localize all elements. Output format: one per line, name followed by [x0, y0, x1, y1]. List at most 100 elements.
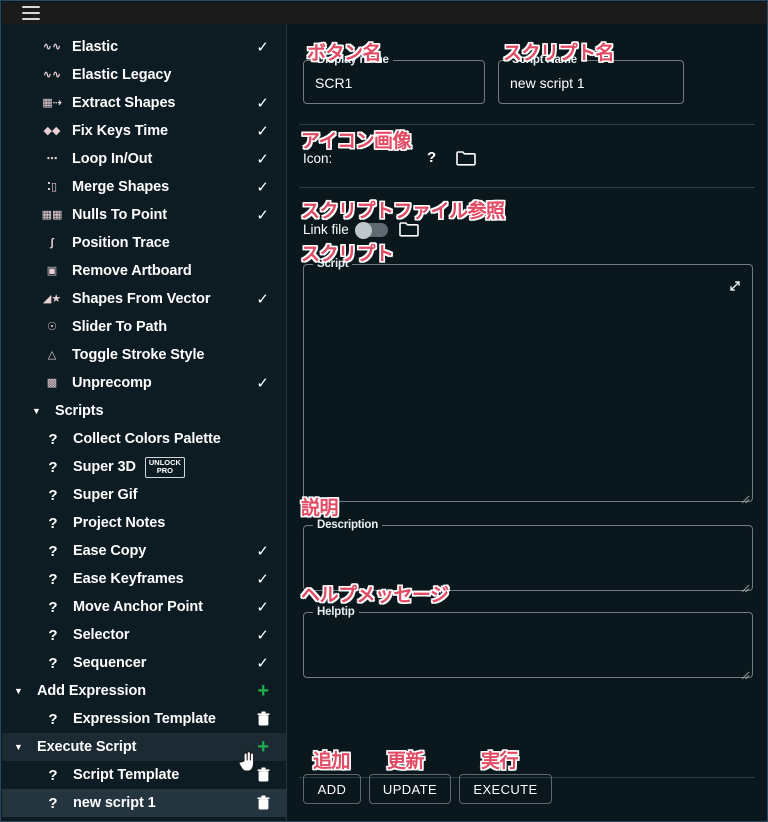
delete-icon[interactable] — [257, 767, 270, 783]
list-item[interactable]: ? Project Notes — [2, 509, 286, 537]
list-item[interactable]: ? Ease Keyframes ✓ — [2, 565, 286, 593]
list-item-label: Script Template — [73, 767, 180, 783]
annotation-icon-image: アイコン画像 — [301, 130, 412, 152]
question-icon: ? — [48, 542, 58, 560]
group-header[interactable]: ▼ Add Expression + — [2, 677, 286, 705]
list-item[interactable]: △ Toggle Stroke Style — [2, 341, 286, 369]
script-name-value: new script 1 — [510, 75, 585, 91]
list-item-label: Unprecomp — [72, 375, 152, 391]
list-item-label: Loop In/Out — [72, 151, 153, 167]
list-item-label: Elastic Legacy — [72, 67, 172, 83]
check-icon: ✓ — [256, 571, 269, 588]
group-label: Scripts — [55, 403, 104, 419]
nulls-icon: ▦▦ — [41, 208, 63, 221]
list-item[interactable]: ∿∿ Elastic ✓ — [2, 33, 286, 61]
list-item-label: Selector — [73, 627, 130, 643]
list-item[interactable]: ▦▦ Nulls To Point ✓ — [2, 201, 286, 229]
sidebar-list[interactable]: ∿∿ Elastic ✓ ∿∿ Elastic Legacy ▦⇢ Extract Shap… — [2, 24, 287, 821]
resize-handle[interactable] — [741, 580, 750, 593]
group-header[interactable]: ▼ Execute Script + — [2, 733, 286, 761]
list-item[interactable]: ? Script Template — [2, 761, 286, 789]
list-item[interactable]: ◆◆ Fix Keys Time ✓ — [2, 117, 286, 145]
list-item-label: Sequencer — [73, 655, 147, 671]
check-icon: ✓ — [256, 207, 269, 224]
question-icon: ? — [48, 486, 58, 504]
helptip-textarea[interactable]: Helptip — [303, 606, 753, 680]
list-item[interactable]: ? Sequencer ✓ — [2, 649, 286, 677]
chevron-down-icon[interactable]: ▼ — [32, 406, 46, 416]
question-icon: ? — [48, 458, 58, 476]
list-item-label: Nulls To Point — [72, 207, 167, 223]
list-item-label: Project Notes — [73, 515, 166, 531]
group-label: Add Expression — [37, 683, 146, 699]
delete-icon[interactable] — [257, 795, 270, 811]
annotation-help-message: ヘルプメッセージ — [301, 584, 449, 606]
delete-icon[interactable] — [257, 711, 270, 727]
add-icon[interactable]: + — [257, 737, 269, 757]
list-item[interactable]: ◢★ Shapes From Vector ✓ — [2, 285, 286, 313]
list-item-partial[interactable] — [2, 24, 286, 33]
description-label: Description — [313, 519, 383, 531]
list-item[interactable]: ⁚▯ Merge Shapes ✓ — [2, 173, 286, 201]
script-textarea[interactable]: Script — [303, 258, 753, 504]
waveform-icon: ∿∿ — [42, 68, 62, 81]
check-icon: ✓ — [256, 179, 269, 196]
list-item[interactable]: ☉ Slider To Path — [2, 313, 286, 341]
resize-handle[interactable] — [741, 667, 750, 680]
check-icon: ✓ — [256, 655, 269, 672]
toggle-knob — [355, 221, 372, 239]
vector-icon: ◢★ — [42, 292, 62, 305]
merge-shapes-icon: ⁚▯ — [46, 180, 58, 193]
icon-question-icon[interactable]: ? — [427, 149, 436, 166]
link-file-toggle[interactable] — [355, 221, 388, 239]
list-item[interactable]: ? Super Gif — [2, 481, 286, 509]
annotation-script: スクリプト — [301, 243, 394, 265]
list-item[interactable]: ? Expression Template — [2, 705, 286, 733]
check-icon: ✓ — [256, 151, 269, 168]
hamburger-icon[interactable] — [22, 6, 40, 20]
list-item-label: Ease Keyframes — [73, 571, 184, 587]
question-icon: ? — [48, 570, 58, 588]
chevron-down-icon[interactable]: ▼ — [14, 686, 28, 696]
list-item[interactable]: ∫ Position Trace — [2, 229, 286, 257]
add-button[interactable]: ADD — [303, 774, 361, 804]
expand-icon[interactable] — [728, 279, 742, 293]
check-icon: ✓ — [256, 599, 269, 616]
icon-folder-icon[interactable] — [456, 150, 476, 166]
question-icon: ? — [48, 710, 58, 728]
add-button-label: ADD — [317, 781, 347, 797]
annotation-script-file-ref: スクリプトファイル参照 — [301, 200, 505, 222]
unlock-pro-badge[interactable]: UNLOCK PRO — [144, 456, 185, 478]
display-name-value: SCR1 — [315, 75, 353, 91]
script-name-field[interactable]: Script Name new script 1 — [498, 54, 684, 104]
list-item-label: Shapes From Vector — [72, 291, 211, 307]
question-icon: ? — [48, 794, 58, 812]
list-item[interactable]: ▩ Unprecomp ✓ — [2, 369, 286, 397]
list-item[interactable]: ∿∿ Elastic Legacy — [2, 61, 286, 89]
update-button[interactable]: UPDATE — [369, 774, 451, 804]
annotation-execute: 実行 — [481, 750, 519, 772]
list-item[interactable]: ? Super 3D UNLOCK PRO — [2, 453, 286, 481]
link-file-folder-icon[interactable] — [399, 221, 419, 237]
link-file-label: Link file — [303, 222, 349, 237]
resize-handle[interactable] — [741, 491, 750, 504]
question-icon: ? — [48, 514, 58, 532]
group-label: Execute Script — [37, 739, 137, 755]
list-item[interactable]: ? Move Anchor Point ✓ — [2, 593, 286, 621]
display-name-field[interactable]: Display name SCR1 — [303, 54, 485, 104]
annotation-add: 追加 — [313, 750, 351, 772]
list-item[interactable]: ? Selector ✓ — [2, 621, 286, 649]
group-header[interactable]: ▼ Scripts — [2, 397, 286, 425]
add-icon[interactable]: + — [257, 681, 269, 701]
list-item[interactable]: ? Collect Colors Palette — [2, 425, 286, 453]
list-item[interactable]: ⋯ Loop In/Out ✓ — [2, 145, 286, 173]
execute-button[interactable]: EXECUTE — [459, 774, 552, 804]
list-item[interactable]: ? Ease Copy ✓ — [2, 537, 286, 565]
list-item[interactable]: ▣ Remove Artboard — [2, 257, 286, 285]
chevron-down-icon[interactable]: ▼ — [14, 742, 28, 752]
list-item-label: Position Trace — [72, 235, 170, 251]
update-button-label: UPDATE — [382, 781, 438, 797]
list-item[interactable]: ▦⇢ Extract Shapes ✓ — [2, 89, 286, 117]
question-icon: ? — [48, 598, 58, 616]
list-item[interactable]: ? new script 1 — [2, 789, 286, 817]
